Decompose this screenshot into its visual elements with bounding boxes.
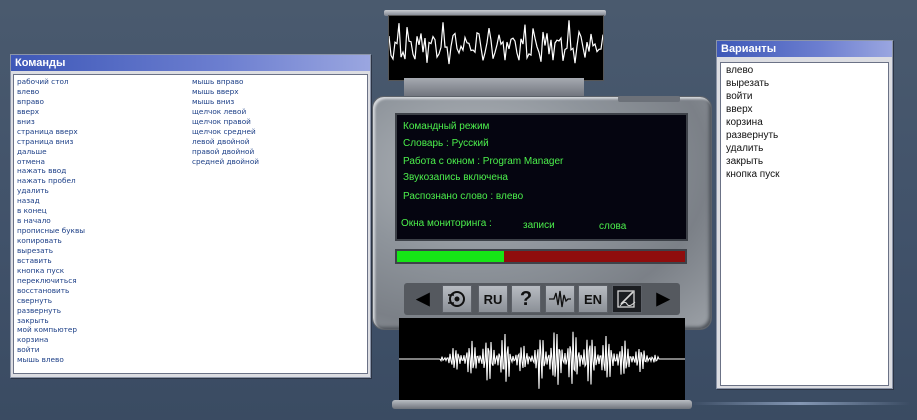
top-scope-base (404, 78, 584, 98)
monitor-label: Окна мониторинга : (401, 218, 492, 229)
lang-en-button[interactable]: EN (578, 285, 608, 313)
command-item[interactable]: отмена (17, 157, 85, 167)
top-oscilloscope (388, 15, 604, 81)
command-item[interactable]: нажать пробел (17, 176, 85, 186)
command-item[interactable]: влево (17, 87, 85, 97)
command-item[interactable]: вниз (17, 117, 85, 127)
command-item[interactable]: мышь влево (17, 355, 85, 365)
command-item[interactable]: страница вниз (17, 137, 85, 147)
level-meter-remaining (503, 251, 685, 262)
command-item[interactable]: копировать (17, 236, 85, 246)
command-item[interactable]: мышь вверх (192, 87, 259, 97)
command-item[interactable]: кнопка пуск (17, 266, 85, 276)
recording-text: Звукозапись включена (403, 172, 508, 183)
gear-hand-icon (448, 291, 465, 307)
command-item[interactable]: мышь вправо (192, 77, 259, 87)
command-item[interactable]: переключиться (17, 276, 85, 286)
variant-item[interactable]: войти (721, 90, 888, 103)
variant-item[interactable]: влево (721, 64, 888, 77)
monitor-words-link[interactable]: слова (599, 221, 626, 232)
variant-item[interactable]: вырезать (721, 77, 888, 90)
level-meter (395, 249, 687, 264)
lang-ru-button[interactable]: RU (478, 285, 508, 313)
help-button[interactable]: ? (511, 285, 541, 313)
commands-panel: Команды рабочий стол влево вправо вверх вниз… (10, 54, 371, 378)
edit-document-icon (617, 290, 636, 308)
command-item[interactable]: прописные буквы (17, 226, 85, 236)
dictionary-text: Словарь : Русский (403, 138, 489, 149)
triangle-left-icon: ◀ (416, 289, 430, 308)
question-icon: ? (519, 287, 533, 310)
mode-text: Командный режим (403, 121, 490, 132)
command-item[interactable]: рабочий стол (17, 77, 85, 87)
command-item[interactable]: войти (17, 345, 85, 355)
variants-list[interactable]: влево вырезать войти вверх корзина развернуть… (720, 62, 889, 386)
commands-column-2: мышь вправо мышь вверх мышь вниз щелчок лев… (192, 77, 259, 166)
command-item[interactable]: вырезать (17, 246, 85, 256)
command-item[interactable]: корзина (17, 335, 85, 345)
recognized-text: Распознано слово : влево (403, 191, 524, 202)
commands-list[interactable]: рабочий стол влево вправо вверх вниз страница… (13, 74, 368, 374)
command-item[interactable]: закрыть (17, 316, 85, 326)
command-item[interactable]: восстановить (17, 286, 85, 296)
dictionary-edit-button[interactable] (612, 285, 642, 313)
command-item[interactable]: вверх (17, 107, 85, 117)
top-waveform-icon (388, 20, 604, 65)
command-item[interactable]: назад (17, 196, 85, 206)
speech-waveform-icon (399, 331, 685, 389)
lang-en-label: EN (583, 291, 603, 307)
command-item[interactable]: щелчок средней (192, 127, 259, 137)
command-item[interactable]: щелчок левой (192, 107, 259, 117)
device-slot (618, 96, 680, 102)
status-display: Командный режим Словарь : Русский Работа… (395, 113, 688, 241)
decorative-streak (690, 402, 910, 405)
waveform-icon (549, 290, 571, 308)
command-item[interactable]: развернуть (17, 306, 85, 316)
command-item[interactable]: вставить (17, 256, 85, 266)
window-text: Работа с окном : Program Manager (403, 156, 564, 167)
commands-column-1: рабочий стол влево вправо вверх вниз страница… (17, 77, 85, 365)
waveform-button[interactable] (545, 285, 575, 313)
bottom-oscilloscope (399, 318, 685, 400)
command-item[interactable]: в конец (17, 206, 85, 216)
command-item[interactable]: правой двойной (192, 147, 259, 157)
variant-item[interactable]: вверх (721, 103, 888, 116)
command-item[interactable]: щелчок правой (192, 117, 259, 127)
monitor-records-link[interactable]: записи (523, 220, 555, 231)
command-item[interactable]: левой двойной (192, 137, 259, 147)
command-item[interactable]: мой компьютер (17, 325, 85, 335)
command-item[interactable]: свернуть (17, 296, 85, 306)
prev-button[interactable]: ◀ (408, 285, 438, 313)
command-item[interactable]: нажать ввод (17, 166, 85, 176)
level-meter-fill (397, 251, 504, 262)
variants-panel: Варианты влево вырезать войти вверх корзина р… (716, 40, 893, 389)
variant-item[interactable]: кнопка пуск (721, 168, 888, 181)
commands-title: Команды (11, 55, 370, 71)
next-button[interactable]: ▶ (648, 285, 678, 313)
command-item[interactable]: мышь вниз (192, 97, 259, 107)
command-item[interactable]: дальше (17, 147, 85, 157)
lang-ru-label: RU (483, 291, 503, 307)
engine-button[interactable] (442, 285, 472, 313)
variants-title: Варианты (717, 41, 892, 57)
variant-item[interactable]: развернуть (721, 129, 888, 142)
command-item[interactable]: в начало (17, 216, 85, 226)
command-item[interactable]: вправо (17, 97, 85, 107)
triangle-right-icon: ▶ (656, 289, 670, 308)
command-item[interactable]: страница вверх (17, 127, 85, 137)
command-item[interactable]: средней двойной (192, 157, 259, 167)
command-item[interactable]: удалить (17, 186, 85, 196)
bottom-scope-cap (392, 400, 692, 409)
variant-item[interactable]: удалить (721, 142, 888, 155)
variant-item[interactable]: корзина (721, 116, 888, 129)
variant-item[interactable]: закрыть (721, 155, 888, 168)
